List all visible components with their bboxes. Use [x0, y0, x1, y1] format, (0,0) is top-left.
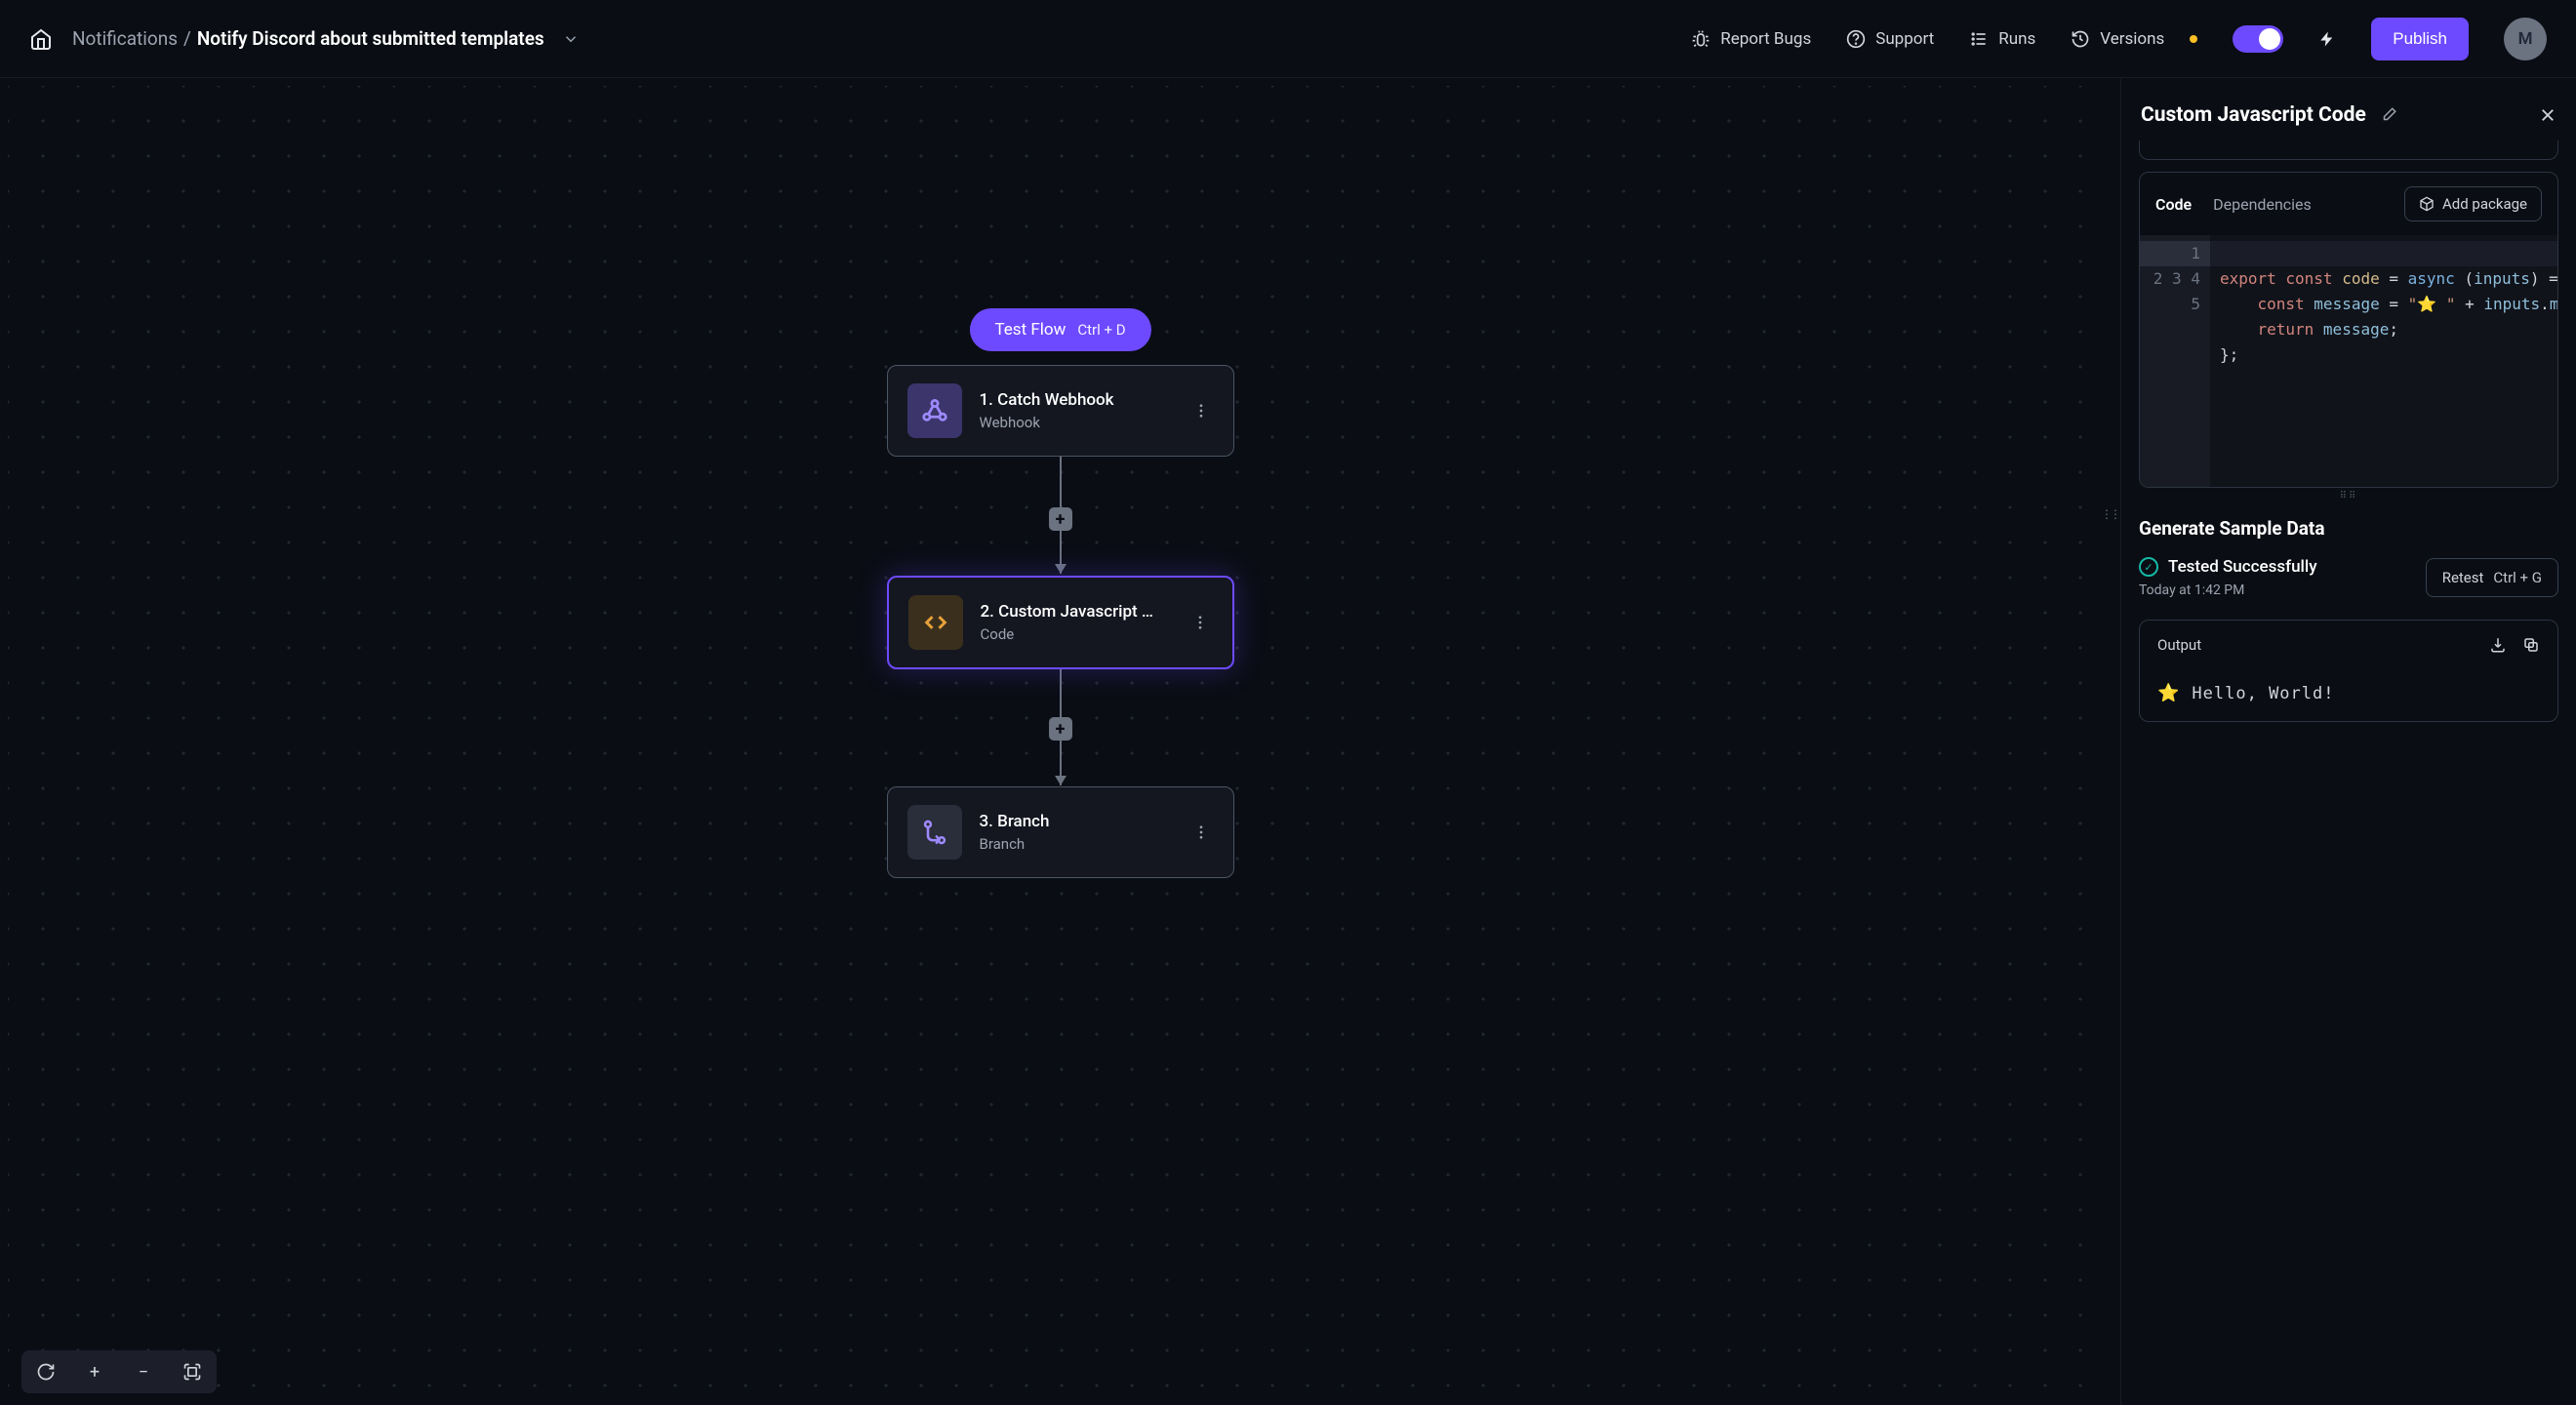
retest-label: Retest	[2442, 569, 2484, 586]
home-button[interactable]	[29, 27, 53, 51]
sample-title: Generate Sample Data	[2139, 517, 2558, 540]
runs-label: Runs	[1998, 29, 2035, 49]
webhook-icon	[907, 383, 962, 438]
branch-icon	[907, 805, 962, 860]
flow-node-webhook[interactable]: 1. Catch Webhook Webhook	[887, 365, 1234, 457]
add-package-button[interactable]: Add package	[2404, 186, 2542, 221]
runs-link[interactable]: Runs	[1969, 29, 2035, 49]
detail-panel: Custom Javascript Code Code Dependencies…	[2121, 78, 2576, 1405]
arrow-icon	[1055, 564, 1067, 574]
zoom-in-button[interactable]: +	[70, 1350, 119, 1393]
report-bugs-link[interactable]: Report Bugs	[1691, 29, 1811, 49]
code-editor[interactable]: 12 3 4 5 export const code = async (inpu…	[2140, 235, 2557, 487]
collapsed-section[interactable]	[2139, 140, 2558, 160]
test-flow-kbd: Ctrl + D	[1077, 321, 1125, 339]
code-content: export const code = async (inputs) => { …	[2210, 235, 2557, 487]
support-label: Support	[1875, 29, 1934, 49]
arrow-icon	[1055, 776, 1067, 785]
output-box: Output ⭐ Hello, World!	[2139, 620, 2558, 722]
code-section: Code Dependencies Add package 12 3 4 5 e…	[2139, 172, 2558, 488]
flow-node-code[interactable]: 2. Custom Javascript … Code	[887, 576, 1234, 669]
flow-canvas[interactable]: Test Flow Ctrl + D + + 1. Catch Webhook …	[0, 78, 2121, 1405]
chevron-down-icon[interactable]	[562, 30, 580, 48]
tab-dependencies[interactable]: Dependencies	[2213, 195, 2312, 214]
output-label: Output	[2157, 636, 2201, 654]
report-bugs-label: Report Bugs	[1720, 29, 1811, 49]
node-title: 1. Catch Webhook	[980, 390, 1171, 410]
output-text: Hello, World!	[2192, 684, 2334, 703]
star-icon: ⭐	[2157, 683, 2180, 703]
versions-link[interactable]: Versions	[2071, 29, 2164, 49]
copy-icon[interactable]	[2522, 636, 2540, 654]
download-icon[interactable]	[2489, 636, 2507, 654]
help-icon	[1846, 29, 1866, 49]
breadcrumb-parent[interactable]: Notifications	[72, 27, 178, 50]
check-icon: ✓	[2139, 557, 2158, 577]
panel-resize-handle[interactable]: ⋮⋮	[2101, 507, 2118, 521]
sample-data-section: Generate Sample Data ✓ Tested Successful…	[2121, 500, 2576, 722]
bolt-icon	[2318, 30, 2336, 48]
node-menu-button[interactable]	[1188, 398, 1214, 423]
list-icon	[1969, 29, 1989, 49]
test-timestamp: Today at 1:42 PM	[2139, 582, 2317, 598]
breadcrumb-current[interactable]: Notify Discord about submitted templates	[197, 27, 544, 50]
node-menu-button[interactable]	[1188, 820, 1214, 845]
node-subtitle: Branch	[980, 835, 1171, 853]
panel-title: Custom Javascript Code	[2141, 103, 2366, 127]
status-dot	[2190, 35, 2197, 43]
test-flow-button[interactable]: Test Flow Ctrl + D	[969, 308, 1150, 351]
test-status: Tested Successfully	[2168, 557, 2317, 577]
versions-label: Versions	[2100, 29, 2164, 49]
tab-code[interactable]: Code	[2155, 195, 2192, 214]
flow-node-branch[interactable]: 3. Branch Branch	[887, 786, 1234, 878]
canvas-controls: + −	[21, 1350, 217, 1393]
edit-icon[interactable]	[2380, 106, 2397, 124]
node-title: 3. Branch	[980, 812, 1171, 831]
add-step-button[interactable]: +	[1049, 507, 1072, 531]
retest-kbd: Ctrl + G	[2493, 569, 2542, 586]
refresh-button[interactable]	[21, 1350, 70, 1393]
node-title: 2. Custom Javascript …	[981, 602, 1170, 622]
breadcrumb-separator: /	[183, 27, 191, 50]
header: Notifications / Notify Discord about sub…	[0, 0, 2576, 78]
history-icon	[2071, 29, 2090, 49]
vertical-resize-handle[interactable]: ⠿⠿	[2121, 492, 2576, 500]
avatar[interactable]: M	[2504, 18, 2547, 60]
package-icon	[2419, 196, 2435, 212]
retest-button[interactable]: Retest Ctrl + G	[2426, 558, 2558, 597]
add-package-label: Add package	[2442, 195, 2527, 213]
zoom-out-button[interactable]: −	[119, 1350, 168, 1393]
fit-view-button[interactable]	[168, 1350, 217, 1393]
publish-button[interactable]: Publish	[2371, 18, 2469, 60]
line-gutter: 12 3 4 5	[2140, 235, 2210, 487]
test-flow-label: Test Flow	[994, 320, 1066, 340]
support-link[interactable]: Support	[1846, 29, 1934, 49]
bug-icon	[1691, 29, 1711, 49]
output-value: ⭐ Hello, World!	[2140, 669, 2557, 721]
node-menu-button[interactable]	[1187, 610, 1213, 635]
add-step-button[interactable]: +	[1049, 717, 1072, 741]
mode-toggle[interactable]	[2233, 25, 2283, 53]
node-subtitle: Webhook	[980, 414, 1171, 431]
node-subtitle: Code	[981, 625, 1170, 643]
close-icon[interactable]	[2539, 106, 2556, 124]
breadcrumb: Notifications / Notify Discord about sub…	[72, 27, 580, 50]
code-icon	[908, 595, 963, 650]
